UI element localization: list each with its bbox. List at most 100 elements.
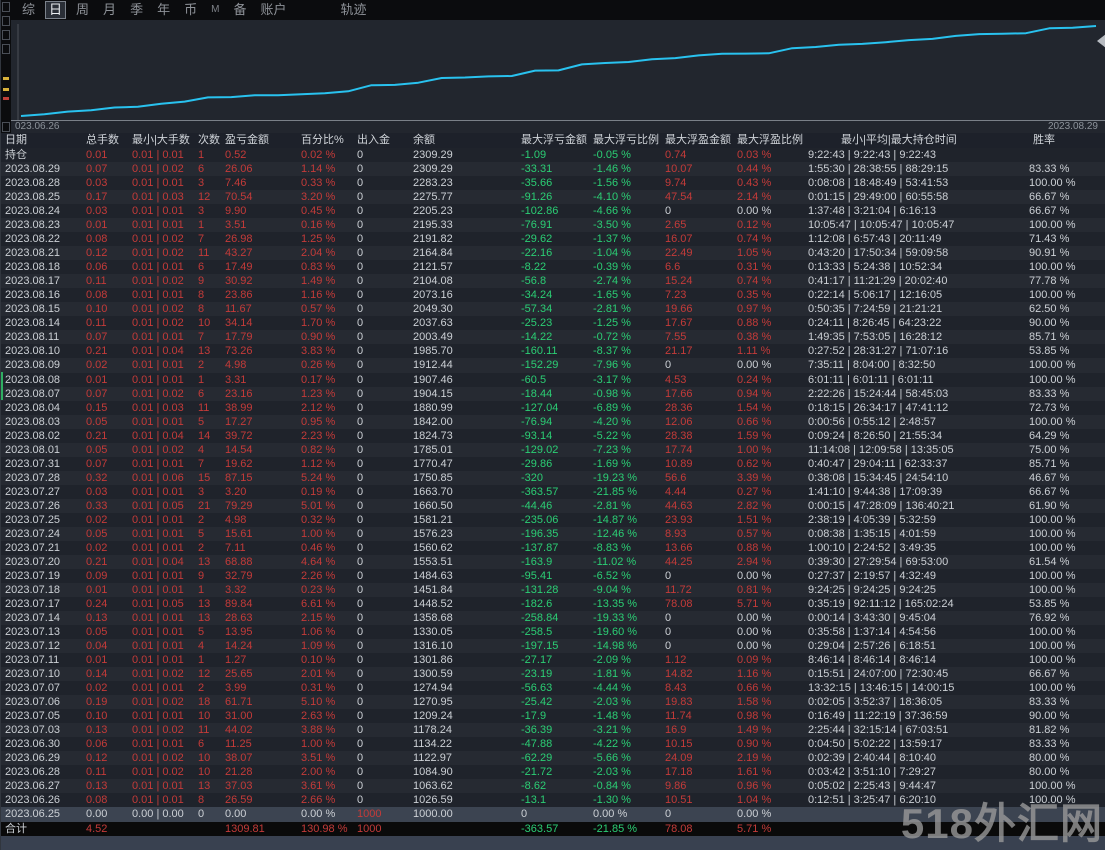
table-row[interactable]: 2023.06.28 0.11 0.01 | 0.02 10 21.28 2.00 % 0 1… (1, 765, 1105, 780)
table-cell: 0.21 (86, 555, 108, 568)
table-row[interactable]: 2023.08.08 0.01 0.01 | 0.01 1 3.31 0.17 % 0 190… (1, 372, 1105, 387)
dock-button[interactable] (2, 30, 10, 40)
table-row[interactable]: 持仓 0.01 0.01 | 0.01 1 0.52 0.02 % 0 2309.29 -1.0… (1, 148, 1105, 163)
table-row[interactable]: 2023.08.10 0.21 0.01 | 0.04 13 73.26 3.83 % 0 1… (1, 344, 1105, 359)
table-row[interactable]: 2023.07.17 0.24 0.01 | 0.05 13 89.84 6.61 % 0 1… (1, 597, 1105, 612)
table-cell: 0 (357, 766, 364, 779)
toolbar-item-备[interactable]: 备 (226, 0, 253, 20)
toolbar-item-track[interactable]: 轨迹 (333, 0, 373, 20)
table-row[interactable]: 2023.08.21 0.12 0.01 | 0.02 11 43.27 2.04 % 0 2… (1, 246, 1105, 261)
table-cell: 4 (198, 443, 205, 456)
table-row[interactable]: 2023.07.14 0.13 0.01 | 0.01 13 28.63 2.15 % 0 1… (1, 611, 1105, 626)
table-row[interactable]: 2023.08.28 0.03 0.01 | 0.01 3 7.46 0.33 % 0 228… (1, 176, 1105, 191)
table-row[interactable]: 2023.08.11 0.07 0.01 | 0.01 7 17.79 0.90 % 0 20… (1, 330, 1105, 345)
toolbar-item-年[interactable]: 年 (150, 0, 177, 20)
table-cell: 12.06 (665, 415, 693, 428)
table-cell: 0 (665, 205, 672, 218)
dock-button[interactable] (2, 2, 10, 12)
table-row[interactable]: 2023.08.07 0.07 0.01 | 0.02 6 23.16 1.23 % 0 19… (1, 386, 1105, 401)
table-row[interactable]: 2023.07.18 0.01 0.01 | 0.01 1 3.32 0.23 % 0 145… (1, 582, 1105, 597)
table-cell: -29.62 (521, 233, 553, 246)
table-cell: 2 (198, 513, 205, 526)
table-row[interactable]: 2023.08.25 0.17 0.01 | 0.03 12 70.54 3.20 % 0 2… (1, 190, 1105, 205)
table-row[interactable]: 2023.07.27 0.03 0.01 | 0.01 3 3.20 0.19 % 0 166… (1, 484, 1105, 499)
chart-end-marker[interactable] (1097, 34, 1105, 48)
table-row[interactable]: 2023.08.16 0.08 0.01 | 0.01 8 23.86 1.16 % 0 20… (1, 288, 1105, 303)
table-cell: 26.59 (225, 794, 253, 807)
dock-button[interactable] (2, 44, 10, 54)
table-cell: 1842.00 (413, 415, 453, 428)
table-row[interactable]: 2023.07.19 0.09 0.01 | 0.01 9 32.79 2.26 % 0 14… (1, 568, 1105, 583)
table-row[interactable]: 2023.07.28 0.32 0.01 | 0.06 15 87.15 5.24 % 0 1… (1, 470, 1105, 485)
column-header: 日期 (5, 134, 27, 146)
toolbar-item-季[interactable]: 季 (123, 0, 150, 20)
table-row[interactable]: 2023.07.26 0.33 0.01 | 0.05 21 79.29 5.01 % 0 1… (1, 498, 1105, 513)
table-cell: 0.10 % (301, 654, 336, 667)
table-cell: 6:01:11 | 6:01:11 | 6:01:11 (808, 373, 934, 386)
table-row[interactable]: 2023.08.04 0.15 0.01 | 0.03 11 38.99 2.12 % 0 1… (1, 400, 1105, 415)
table-row[interactable]: 2023.08.18 0.06 0.01 | 0.01 6 17.49 0.83 % 0 21… (1, 260, 1105, 275)
toolbar-item-M[interactable]: M (204, 0, 226, 20)
table-row[interactable]: 2023.08.24 0.03 0.01 | 0.01 3 9.90 0.45 % 0 220… (1, 204, 1105, 219)
table-cell: 持仓 (5, 149, 27, 161)
table-cell: 1.49 % (737, 724, 772, 737)
toolbar-item-月[interactable]: 月 (96, 0, 123, 20)
table-cell: 0.32 (86, 471, 108, 484)
table-cell: 0.10 (86, 710, 108, 723)
table-row[interactable]: 2023.08.03 0.05 0.01 | 0.01 5 17.27 0.95 % 0 18… (1, 414, 1105, 429)
table-cell: 0.01 | 0.05 (132, 499, 184, 512)
table-row[interactable]: 2023.08.09 0.02 0.01 | 0.01 2 4.98 0.26 % 0 191… (1, 358, 1105, 373)
table-row[interactable]: 2023.07.05 0.10 0.01 | 0.01 10 31.00 2.63 % 0 1… (1, 709, 1105, 724)
table-row[interactable]: 2023.07.12 0.04 0.01 | 0.01 4 14.24 1.09 % 0 13… (1, 639, 1105, 654)
table-row[interactable]: 2023.06.25 0.00 0.00 | 0.00 0 0.00 0.00 % 1000… (1, 807, 1105, 822)
toolbar-item-账户[interactable]: 账户 (253, 0, 293, 20)
table-row[interactable]: 2023.07.25 0.02 0.01 | 0.01 2 4.98 0.32 % 0 158… (1, 512, 1105, 527)
table-cell: 2.04 % (301, 247, 336, 260)
table-cell: 100.00 % (1029, 289, 1076, 302)
table-cell: 0:00:14 | 3:43:30 | 9:45:04 (808, 612, 937, 625)
table-row[interactable]: 2023.08.01 0.05 0.01 | 0.02 4 14.54 0.82 % 0 17… (1, 442, 1105, 457)
table-row[interactable]: 2023.07.31 0.07 0.01 | 0.01 7 19.62 1.12 % 0 17… (1, 456, 1105, 471)
table-cell: 0.00 % (593, 808, 628, 821)
toolbar-item-综[interactable]: 综 (15, 0, 42, 20)
table-row[interactable]: 2023.07.10 0.14 0.01 | 0.02 12 25.65 2.01 % 0 1… (1, 667, 1105, 682)
table-cell: 3.20 (225, 485, 247, 498)
table-row[interactable]: 2023.07.11 0.01 0.01 | 0.01 1 1.27 0.10 % 0 130… (1, 653, 1105, 668)
toolbar-item-周[interactable]: 周 (69, 0, 96, 20)
table-row[interactable]: 2023.06.27 0.13 0.01 | 0.01 13 37.03 3.61 % 0 1… (1, 779, 1105, 794)
dock-button[interactable] (2, 122, 10, 132)
table-row[interactable]: 2023.07.07 0.02 0.01 | 0.01 2 3.99 0.31 % 0 127… (1, 681, 1105, 696)
dock-button[interactable] (2, 16, 10, 26)
table-row[interactable]: 2023.06.29 0.12 0.01 | 0.02 10 38.07 3.51 % 0 1… (1, 751, 1105, 766)
table-cell: 1300.59 (413, 668, 453, 681)
table-row[interactable]: 2023.08.14 0.11 0.01 | 0.02 10 34.14 1.70 % 0 2… (1, 316, 1105, 331)
table-row[interactable]: 2023.08.17 0.11 0.01 | 0.02 9 30.92 1.49 % 0 21… (1, 274, 1105, 289)
table-cell: -8.37 % (593, 345, 631, 358)
table-row[interactable]: 2023.08.29 0.07 0.01 | 0.02 6 26.06 1.14 % 0 23… (1, 162, 1105, 177)
table-cell: -131.28 (521, 583, 559, 596)
table-cell: 1 (198, 654, 205, 667)
total-row[interactable]: 合计 4.52 1309.81 130.98 % 1000 -363.57 -21.85 %… (1, 821, 1105, 836)
table-row[interactable]: 2023.07.24 0.05 0.01 | 0.01 5 15.61 1.00 % 0 15… (1, 526, 1105, 541)
table-row[interactable]: 2023.07.13 0.05 0.01 | 0.01 5 13.95 1.06 % 0 13… (1, 625, 1105, 640)
table-row[interactable]: 2023.07.03 0.13 0.01 | 0.02 11 44.02 3.88 % 0 1… (1, 723, 1105, 738)
table-cell: 1448.52 (413, 598, 453, 610)
table-row[interactable]: 2023.07.06 0.19 0.01 | 0.02 18 61.71 5.10 % 0 1… (1, 695, 1105, 710)
table-cell: 2023.08.01 (5, 443, 61, 456)
table-cell: 3.83 % (301, 345, 336, 358)
toolbar-item-日[interactable]: 日 (45, 1, 67, 19)
table-row[interactable]: 2023.07.21 0.02 0.01 | 0.01 2 7.11 0.46 % 0 156… (1, 540, 1105, 555)
table-row[interactable]: 2023.08.15 0.10 0.01 | 0.02 8 11.67 0.57 % 0 20… (1, 302, 1105, 317)
table-cell: -62.29 (521, 752, 553, 765)
table-row[interactable]: 2023.08.02 0.21 0.01 | 0.04 14 39.72 2.23 % 0 1… (1, 428, 1105, 443)
table-row[interactable]: 2023.08.22 0.08 0.01 | 0.02 7 26.98 1.25 % 0 21… (1, 232, 1105, 247)
toolbar-item-币[interactable]: 币 (177, 0, 204, 20)
table-cell: 66.67 % (1029, 485, 1070, 498)
table-row[interactable]: 2023.06.26 0.08 0.01 | 0.01 8 26.59 2.66 % 0 10… (1, 793, 1105, 808)
table-cell: 8.93 (665, 527, 687, 540)
table-row[interactable]: 2023.06.30 0.06 0.01 | 0.01 6 11.25 1.00 % 0 11… (1, 737, 1105, 752)
table-cell: 1.16 % (737, 668, 772, 681)
table-row[interactable]: 2023.07.20 0.21 0.01 | 0.04 13 68.88 4.64 % 0 1… (1, 554, 1105, 569)
table-row[interactable]: 2023.08.23 0.01 0.01 | 0.01 1 3.51 0.16 % 0 219… (1, 218, 1105, 233)
table-cell: 0.02 (86, 541, 108, 554)
